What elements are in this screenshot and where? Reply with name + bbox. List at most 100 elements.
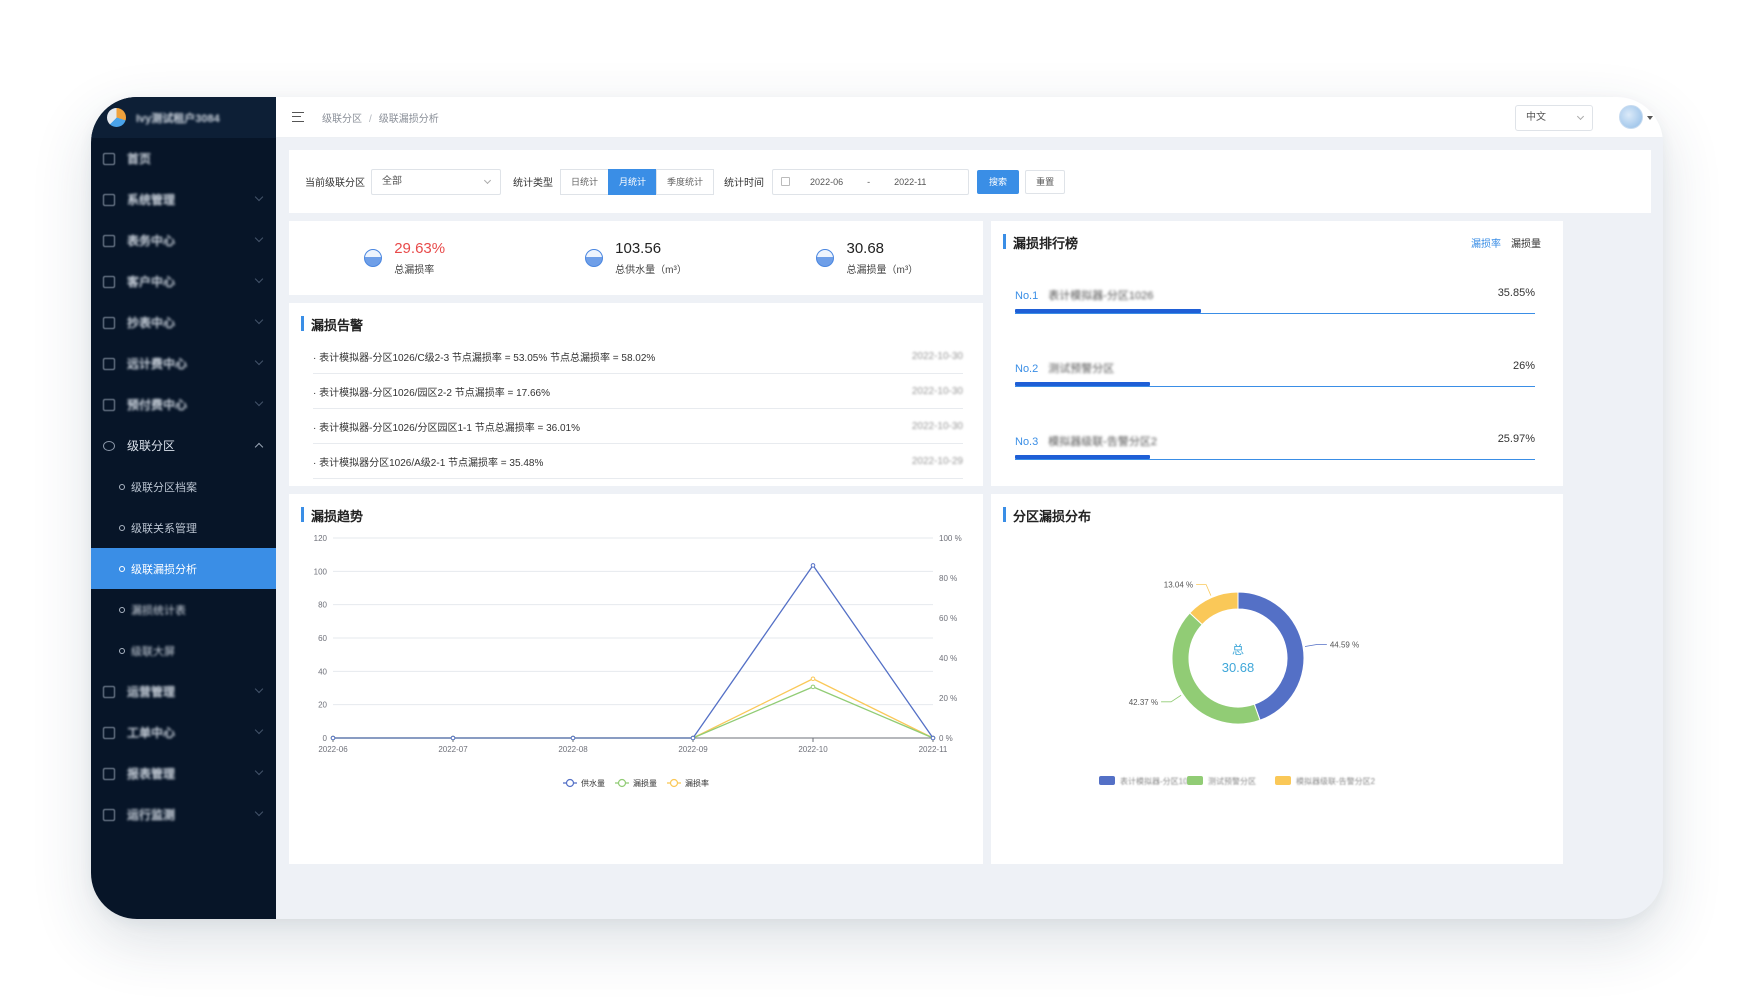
box-icon bbox=[103, 398, 115, 411]
sidebar-item-customer[interactable]: 客户中心 bbox=[91, 261, 276, 302]
rank-name: 测试预警分区 bbox=[1048, 363, 1115, 375]
rank-bar bbox=[1015, 455, 1151, 459]
sidebar-item-label: 客户中心 bbox=[127, 275, 176, 289]
sidebar: Ivy测试租户3084 首页 系统管理 表务中心 客户中心 抄表中心 远计费中心… bbox=[91, 97, 276, 919]
y-tick-label: 100 bbox=[314, 567, 328, 576]
date-end[interactable]: 2022-11 bbox=[894, 177, 926, 187]
tab-leak-volume[interactable]: 漏损量 bbox=[1511, 239, 1541, 250]
app-name: Ivy测试租户3084 bbox=[136, 112, 220, 125]
alarm-date: 2022-10-30 bbox=[911, 420, 963, 432]
y-tick-label: 0 bbox=[323, 734, 328, 743]
water-drop-icon bbox=[816, 249, 835, 267]
sidebar-item-reading[interactable]: 抄表中心 bbox=[91, 302, 276, 343]
chevron-down-icon bbox=[254, 192, 264, 202]
data-point bbox=[810, 676, 816, 682]
section-title: 漏损排行榜 bbox=[1003, 233, 1078, 252]
series-line-漏损量 bbox=[333, 686, 934, 739]
menu-toggle-icon[interactable] bbox=[292, 112, 304, 122]
sidebar-item-remote-billing[interactable]: 远计费中心 bbox=[91, 343, 276, 384]
reset-button[interactable]: 重置 bbox=[1025, 169, 1066, 194]
meter-icon bbox=[103, 234, 115, 247]
zone-select[interactable]: 全部 bbox=[371, 168, 501, 195]
alarm-text: · 表计模拟器-分区1026/分区园区1-1 节点总漏损率 = 36.01% bbox=[313, 422, 581, 434]
sidebar-item-monitor[interactable]: 运行监测 bbox=[91, 794, 276, 835]
circle-icon bbox=[119, 565, 125, 572]
sidebar-subitem-leak-stats[interactable]: 漏损统计表 bbox=[91, 589, 276, 630]
sidebar-item-label: 运营管理 bbox=[127, 685, 176, 699]
chevron-down-icon bbox=[483, 176, 492, 184]
alarm-item[interactable]: · 表计模拟器分区1026/A级2-1 节点漏损率 = 35.48% 2022-1… bbox=[313, 444, 963, 479]
section-title: 分区漏损分布 bbox=[1003, 506, 1091, 525]
sidebar-subitem-relation[interactable]: 级联关系管理 bbox=[91, 507, 276, 548]
ranking-row: No.3 模拟器级联-告警分区2 25.97% bbox=[1015, 433, 1535, 460]
sidebar-item-operation[interactable]: 运营管理 bbox=[91, 671, 276, 712]
y2-tick-label: 20 % bbox=[939, 694, 957, 703]
sidebar-item-label: 表务中心 bbox=[127, 234, 176, 248]
sidebar-item-prepaid[interactable]: 预付费中心 bbox=[91, 384, 276, 425]
alarm-item[interactable]: · 表计模拟器-分区1026/分区园区1-1 节点总漏损率 = 36.01% 20… bbox=[313, 409, 963, 444]
type-option-day[interactable]: 日统计 bbox=[560, 168, 610, 195]
legend-swatch bbox=[1099, 776, 1115, 785]
sidebar-item-ticket[interactable]: 工单中心 bbox=[91, 712, 276, 753]
sidebar-item-home[interactable]: 首页 bbox=[91, 138, 276, 179]
stat-label: 总供水量（m³） bbox=[615, 265, 687, 276]
stat-supply: 103.56 总供水量（m³） bbox=[520, 221, 751, 295]
rank-number: No.1 bbox=[1015, 290, 1039, 302]
legend-label: 表计模拟器-分区1026 bbox=[1120, 776, 1197, 786]
sidebar-subitem-archive[interactable]: 级联分区档案 bbox=[91, 466, 276, 507]
stat-value: 103.56 bbox=[615, 240, 662, 257]
legend-label: 漏损率 bbox=[685, 778, 709, 788]
type-option-quarter[interactable]: 季度统计 bbox=[656, 168, 715, 195]
x-tick-label: 2022-10 bbox=[798, 745, 828, 754]
date-start[interactable]: 2022-06 bbox=[810, 177, 843, 187]
alarm-list: · 表计模拟器-分区1026/C级2-3 节点漏损率 = 53.05% 节点总漏… bbox=[313, 339, 963, 479]
water-drop-icon bbox=[585, 249, 604, 267]
tab-leak-rate[interactable]: 漏损率 bbox=[1471, 239, 1501, 250]
gear-icon bbox=[103, 193, 115, 206]
avatar[interactable] bbox=[1619, 105, 1643, 129]
slice-label-line bbox=[1304, 644, 1327, 647]
circle-icon bbox=[119, 647, 125, 654]
donut-center-label: 总 bbox=[1232, 643, 1244, 657]
ranking-tabs: 漏损率 漏损量 bbox=[1461, 235, 1541, 250]
alarm-text: · 表计模拟器分区1026/A级2-1 节点漏损率 = 35.48% bbox=[313, 457, 544, 469]
rank-track bbox=[1015, 309, 1535, 314]
breadcrumb-separator: / bbox=[369, 113, 372, 125]
sidebar-item-report[interactable]: 报表管理 bbox=[91, 753, 276, 794]
home-icon bbox=[103, 152, 115, 165]
sidebar-item-label: 运行监测 bbox=[127, 808, 176, 822]
breadcrumb-item[interactable]: 级联分区 bbox=[322, 114, 362, 125]
series-line-供水量 bbox=[333, 564, 934, 739]
sidebar-item-system[interactable]: 系统管理 bbox=[91, 179, 276, 220]
date-range-picker[interactable]: 2022-06 - 2022-11 bbox=[772, 168, 970, 195]
alarm-date: 2022-10-29 bbox=[911, 455, 963, 467]
alarm-item[interactable]: · 表计模拟器-分区1026/C级2-3 节点漏损率 = 53.05% 节点总漏… bbox=[313, 339, 963, 374]
legend-swatch bbox=[1187, 776, 1203, 785]
alarm-date: 2022-10-30 bbox=[911, 385, 963, 397]
ranking-row: No.2 测试预警分区 26% bbox=[1015, 360, 1535, 387]
rank-track bbox=[1015, 455, 1535, 460]
sidebar-subitem-big-screen[interactable]: 级联大屏 bbox=[91, 630, 276, 671]
alarm-date: 2022-10-30 bbox=[911, 350, 963, 362]
stat-value: 30.68 bbox=[846, 240, 885, 257]
zone-label: 当前级联分区 bbox=[305, 178, 365, 189]
stat-leak-rate: 29.63% 总漏损率 bbox=[289, 221, 520, 295]
caret-down-icon[interactable] bbox=[1647, 116, 1653, 120]
sidebar-subitem-leak-analysis[interactable]: 级联漏损分析 bbox=[91, 548, 276, 589]
sidebar-item-meter[interactable]: 表务中心 bbox=[91, 220, 276, 261]
y-tick-label: 20 bbox=[318, 701, 327, 710]
chevron-down-icon bbox=[254, 725, 264, 735]
sidebar-item-label: 首页 bbox=[127, 152, 152, 166]
alarm-item[interactable]: · 表计模拟器-分区1026/园区2-2 节点漏损率 = 17.66% 2022-… bbox=[313, 374, 963, 409]
type-option-month[interactable]: 月统计 bbox=[608, 168, 658, 195]
language-select[interactable]: 中文 bbox=[1515, 105, 1593, 131]
y-tick-label: 120 bbox=[314, 534, 328, 543]
sidebar-item-cascade[interactable]: 级联分区 bbox=[91, 425, 276, 466]
legend-marker bbox=[565, 778, 575, 788]
filter-bar: 当前级联分区 全部 统计类型 日统计 月统计 季度统计 统计时间 2022-06… bbox=[289, 150, 1651, 213]
x-tick-label: 2022-06 bbox=[318, 745, 348, 754]
search-button[interactable]: 搜索 bbox=[977, 169, 1020, 194]
data-point bbox=[690, 735, 696, 741]
rank-number: No.3 bbox=[1015, 436, 1039, 448]
alarm-text: · 表计模拟器-分区1026/园区2-2 节点漏损率 = 17.66% bbox=[313, 387, 551, 399]
